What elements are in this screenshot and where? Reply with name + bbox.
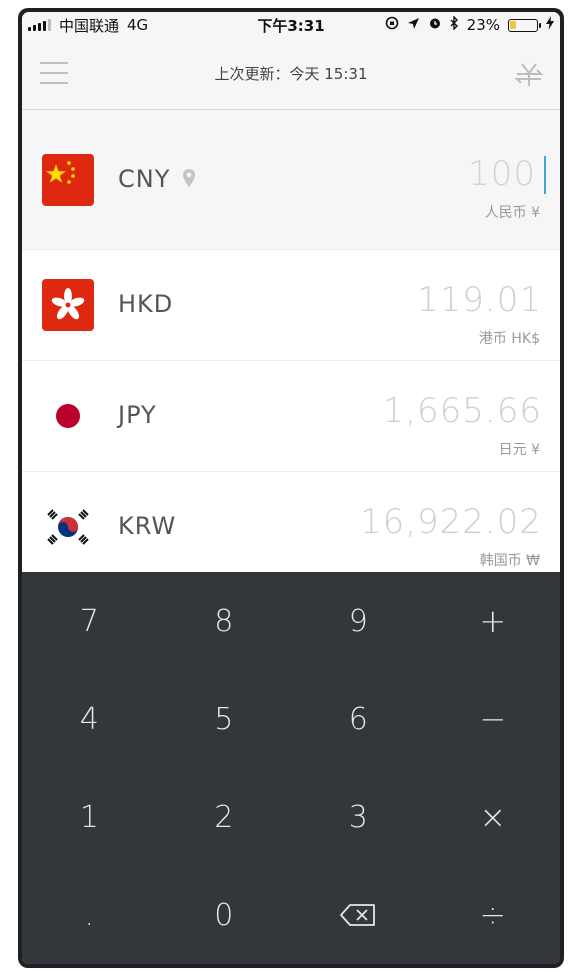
status-time: 下午3:31 [257, 16, 325, 35]
key-multiply[interactable]: × [426, 768, 561, 866]
currency-row-jpy[interactable]: JPY 1,665.66 日元 ¥ [22, 361, 560, 472]
currency-code: CNY [118, 165, 171, 193]
phone-frame: 中国联通 4G 下午3:31 23% 上次更新：今天 15:31 CNY 100… [18, 8, 564, 968]
rotation-lock-icon [385, 16, 399, 34]
key-3[interactable]: 3 [291, 768, 426, 866]
korea-flag-icon [42, 501, 94, 553]
status-right: 23% [385, 15, 554, 34]
bluetooth-icon [450, 15, 459, 34]
status-left: 中国联通 4G [28, 15, 148, 36]
app-header: 上次更新：今天 15:31 [22, 38, 560, 110]
key-6[interactable]: 6 [291, 670, 426, 768]
network-label: 4G [127, 16, 149, 34]
converted-amount: 1,665.66 [382, 391, 542, 431]
japan-flag-icon [42, 390, 94, 442]
amount-input[interactable]: 100 [468, 154, 536, 194]
key-1[interactable]: 1 [22, 768, 157, 866]
currency-unit: 韩国币 ₩ [479, 553, 540, 569]
last-updated-label: 上次更新：今天 15:31 [214, 65, 368, 83]
key-5[interactable]: 5 [157, 670, 292, 768]
text-cursor [544, 156, 546, 194]
status-bar: 中国联通 4G 下午3:31 23% [22, 12, 560, 38]
currency-code: HKD [118, 290, 174, 318]
battery-percent: 23% [466, 16, 500, 34]
key-0[interactable]: 0 [157, 866, 292, 964]
location-pin-icon [183, 169, 195, 187]
currency-unit: 人民币 ¥ [484, 205, 540, 221]
china-flag-icon [42, 154, 94, 206]
yen-swap-icon[interactable] [514, 60, 544, 90]
currency-unit: 港币 HK$ [478, 331, 540, 347]
key-plus[interactable]: + [426, 572, 561, 670]
converted-amount: 16,922.02 [359, 502, 542, 542]
key-decimal[interactable]: . [22, 866, 157, 964]
charging-bolt-icon [546, 16, 554, 34]
currency-row-cny[interactable]: CNY 100 人民币 ¥ [22, 110, 560, 250]
currency-code: KRW [118, 512, 177, 540]
key-2[interactable]: 2 [157, 768, 292, 866]
key-minus[interactable]: − [426, 670, 561, 768]
key-7[interactable]: 7 [22, 572, 157, 670]
carrier-label: 中国联通 [59, 16, 120, 35]
backspace-key[interactable] [291, 866, 426, 964]
currency-list: CNY 100 人民币 ¥ HKD 119.01 港币 HK$ JPY 1,66… [22, 110, 560, 583]
calculator-keypad: 7 8 9 + 4 5 6 − 1 2 3 × . 0 ÷ [22, 572, 560, 964]
backspace-icon [340, 904, 376, 926]
signal-icon [28, 19, 51, 31]
hong-kong-flag-icon [42, 279, 94, 331]
currency-row-krw[interactable]: KRW 16,922.02 韩国币 ₩ [22, 472, 560, 583]
menu-icon[interactable] [40, 62, 68, 84]
location-arrow-icon [407, 17, 420, 34]
key-4[interactable]: 4 [22, 670, 157, 768]
currency-unit: 日元 ¥ [498, 442, 540, 458]
key-8[interactable]: 8 [157, 572, 292, 670]
converted-amount: 119.01 [417, 280, 542, 320]
key-9[interactable]: 9 [291, 572, 426, 670]
currency-row-hkd[interactable]: HKD 119.01 港币 HK$ [22, 250, 560, 361]
key-divide[interactable]: ÷ [426, 866, 561, 964]
battery-icon [508, 18, 541, 32]
app-screen: 中国联通 4G 下午3:31 23% 上次更新：今天 15:31 CNY 100… [22, 12, 560, 964]
alarm-icon [428, 16, 442, 34]
currency-code: JPY [118, 401, 157, 429]
